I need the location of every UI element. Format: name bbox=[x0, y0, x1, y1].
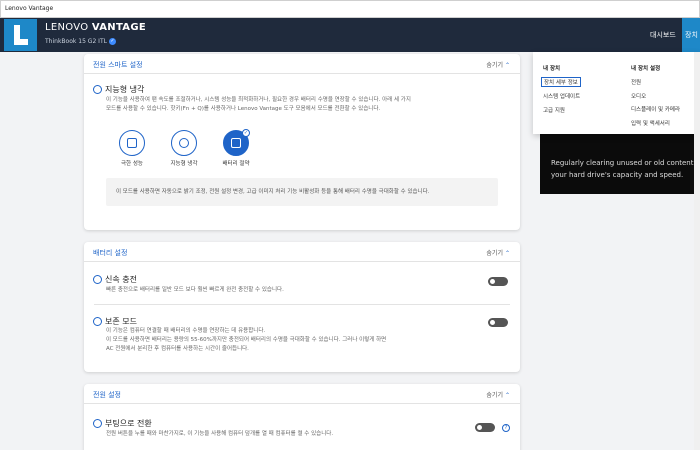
brand-title: LENOVO VANTAGE bbox=[45, 22, 146, 33]
boot-on-open-description: 전원 버튼을 누를 때와 마찬가지로, 이 기능을 사용해 컴퓨터 덮개를 열 … bbox=[106, 431, 334, 437]
speedometer-icon bbox=[127, 138, 137, 148]
battery-settings-card: 배터리 설정 숨기기 ⌃ 신속 충전 빠른 충전으로 배터리를 일반 모드 보다 … bbox=[84, 242, 520, 372]
section-title: 지능형 냉각 bbox=[93, 84, 144, 95]
nav-dashboard[interactable]: 대시보드 bbox=[650, 30, 676, 40]
mode-info-box: 이 모드를 사용하면 자동으로 밝기 조정, 전원 설정 변경, 고급 이미지 … bbox=[106, 178, 498, 206]
promo-text: Regularly clearing unused or old content… bbox=[551, 159, 700, 179]
card-header: 전원 설정 숨기기 ⌃ bbox=[84, 384, 520, 404]
menu-item-advanced-support[interactable]: 고급 지원 bbox=[543, 106, 565, 114]
rapid-charge-toggle[interactable] bbox=[488, 277, 508, 286]
divider bbox=[94, 304, 510, 305]
card-title: 전원 스마트 설정 bbox=[93, 61, 143, 69]
rapid-charge-description: 빠른 충전으로 배터리를 일반 모드 보다 훨씬 빠르게 완전 충전할 수 있습… bbox=[106, 287, 284, 293]
window-titlebar: Lenovo Vantage bbox=[0, 0, 700, 18]
conservation-icon bbox=[93, 317, 102, 326]
conservation-mode-title: 보존 모드 bbox=[93, 316, 137, 327]
card-title: 배터리 설정 bbox=[93, 249, 128, 257]
menu-item-display-camera[interactable]: 디스플레이 및 카메라 bbox=[631, 105, 680, 113]
menu-item-device-details[interactable]: 장치 세부 정보 bbox=[541, 77, 581, 87]
collapse-button[interactable]: 숨기기 ⌃ bbox=[486, 390, 510, 399]
boot-on-open-title: 부팅으로 전환 bbox=[93, 418, 152, 429]
chevron-up-icon: ⌃ bbox=[504, 392, 510, 399]
menu-heading-device-settings: 내 장치 설정 bbox=[631, 66, 661, 72]
menu-heading-my-device: 내 장치 bbox=[543, 66, 561, 72]
rapid-charge-icon bbox=[93, 275, 102, 284]
lenovo-logo-icon bbox=[4, 19, 37, 51]
menu-item-audio[interactable]: 오디오 bbox=[631, 92, 646, 100]
window-title: Lenovo Vantage bbox=[5, 5, 54, 12]
chevron-up-icon: ⌃ bbox=[504, 250, 510, 257]
chevron-up-icon: ⌃ bbox=[504, 62, 510, 69]
selected-check-icon: ✓ bbox=[242, 129, 250, 137]
mode-intelligent-cooling[interactable]: 지능형 냉각 bbox=[164, 130, 204, 167]
mode-extreme-performance[interactable]: 극한 성능 bbox=[112, 130, 152, 167]
power-icon bbox=[93, 419, 102, 428]
battery-leaf-icon bbox=[231, 138, 241, 148]
cooling-icon bbox=[93, 85, 102, 94]
smart-settings-card: 전원 스마트 설정 숨기기 ⌃ 지능형 냉각 이 기능을 사용하여 팬 속도를 조… bbox=[84, 54, 520, 230]
boot-on-open-toggle[interactable] bbox=[475, 423, 495, 432]
nav-device[interactable]: 장치 bbox=[682, 18, 700, 52]
collapse-button[interactable]: 숨기기 ⌃ bbox=[486, 248, 510, 257]
device-model: ThinkBook 15 G2 ITL ✓ bbox=[45, 38, 116, 45]
menu-item-input-accessories[interactable]: 입력 및 액세서리 bbox=[631, 119, 670, 127]
device-dropdown-menu: 내 장치 장치 세부 정보 시스템 업데이트 고급 지원 내 장치 설정 전원 … bbox=[533, 52, 700, 134]
collapse-button[interactable]: 숨기기 ⌃ bbox=[486, 60, 510, 69]
card-title: 전원 설정 bbox=[93, 391, 121, 399]
mode-battery-saving[interactable]: ✓ 배터리 절약 bbox=[216, 129, 256, 167]
section-description: 이 기능을 사용하여 팬 속도를 조절하거나, 시스템 성능을 최적화하거나, … bbox=[106, 97, 411, 112]
menu-item-power[interactable]: 전원 bbox=[631, 78, 641, 86]
conservation-mode-toggle[interactable] bbox=[488, 318, 508, 327]
scrollbar[interactable] bbox=[694, 52, 700, 450]
cooling-mode-icon bbox=[179, 138, 189, 148]
menu-item-system-update[interactable]: 시스템 업데이트 bbox=[543, 92, 580, 100]
card-header: 전원 스마트 설정 숨기기 ⌃ bbox=[84, 54, 520, 74]
rapid-charge-title: 신속 충전 bbox=[93, 274, 137, 285]
verified-check-icon: ✓ bbox=[108, 38, 116, 45]
power-settings-card: 전원 설정 숨기기 ⌃ 부팅으로 전환 전원 버튼을 누를 때와 마찬가지로, 이… bbox=[84, 384, 520, 450]
conservation-mode-description: 이 기능은 컴퓨터 연결할 때 배터리의 수명을 연장하는 데 유용합니다. 이… bbox=[106, 328, 387, 352]
card-header: 배터리 설정 숨기기 ⌃ bbox=[84, 242, 520, 262]
help-icon[interactable]: ? bbox=[502, 424, 510, 432]
